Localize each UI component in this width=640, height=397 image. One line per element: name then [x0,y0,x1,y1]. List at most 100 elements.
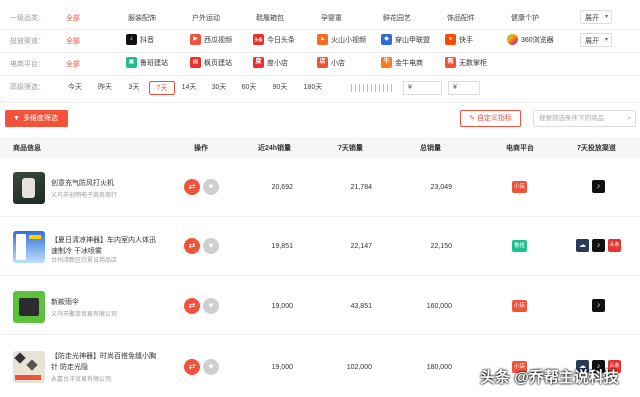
day-option[interactable]: 今天 [62,81,88,95]
search-icon[interactable]: ⌕ [627,111,631,126]
channel-option-douyin[interactable]: ♪ 抖音 [126,34,154,45]
product-search-input[interactable]: 搜索筛选条件下的商品 ⌕ [533,110,636,127]
browser-360-icon [507,34,518,45]
date-range-picker[interactable] [349,81,395,95]
product-name[interactable]: 【防走光神器】时尚百搭免缝小胸针 防走光隐 [51,351,161,373]
platform-luban-badge: 鲁班 [512,240,527,252]
table-row[interactable]: 【夏日清凉神器】车内室内人体迅速制冷 干冰喷雾 台州湾新区欣夏日用品店 ⇄ ♥ … [0,218,640,276]
channel-option-toutiao[interactable]: 头条 今日头条 [253,34,295,45]
expand-label: 展开 [585,15,599,22]
price-min-input[interactable]: ¥ [403,81,442,95]
shop-name[interactable]: 台州湾新区欣夏日用品店 [51,255,117,264]
product-name[interactable]: 创意充气防风打火机 [51,178,161,189]
sales-7d: 21,784 [350,184,372,191]
channel-option-label: 穿山甲联盟 [395,36,430,44]
cloud-icon: ☁ [576,239,589,252]
header-sales-total[interactable]: 总销量 [420,143,441,153]
header-channels-7d: 7天投放渠道 [577,145,616,152]
day-option[interactable]: 3天 [121,81,147,95]
xiaodian-icon: 店 [317,57,328,68]
category-expand-button[interactable]: 展开 ▾ [580,10,612,24]
toutiao-icon: 头条 [253,34,264,45]
price-max-input[interactable]: ¥ [448,81,480,95]
day-option[interactable]: 昨天 [92,81,118,95]
pangle-icon: ◆ [381,34,392,45]
day-option[interactable]: 60天 [236,81,262,95]
link-icon[interactable]: ⇄ [184,179,200,195]
channel-option-xigua[interactable]: ▶ 西瓜视频 [190,34,232,45]
product-thumbnail[interactable] [13,291,45,323]
platform-option-label: 鲁班建站 [140,59,168,67]
sales-24h: 19,000 [271,303,293,310]
channel-expand-button[interactable]: 展开 ▾ [580,33,612,47]
category-option[interactable]: 服装配饰 [128,13,156,23]
shop-name[interactable]: 义乌市聚芽贸易有限公司 [51,309,117,318]
sales-total: 180,000 [426,364,452,371]
header-sales-7d[interactable]: 7天销量 [338,143,363,153]
chevron-down-icon: ▾ [604,14,608,20]
watermark: 头条 @乔帮主说科技 [480,369,619,386]
day-option[interactable]: 90天 [267,81,293,95]
advanced-filter-label: 高级筛选： [10,84,45,91]
sales-total: 160,000 [426,303,452,310]
platform-option-wushu[interactable]: 無无数掌柜 [445,57,487,68]
channel-filter-label: 投放渠道： [10,38,45,45]
day-option[interactable]: 14天 [176,81,202,95]
day-option[interactable]: 30天 [206,81,232,95]
product-thumbnail[interactable] [13,231,45,263]
shop-name[interactable]: 永嘉台洋贸易有限公司 [51,374,111,383]
duxiaodian-icon: 度 [253,57,264,68]
toutiao-icon: 头条 [608,239,621,252]
link-icon[interactable]: ⇄ [184,298,200,314]
category-option[interactable]: 孕婴童 [321,13,342,23]
category-option-all[interactable]: 全部 [66,13,80,23]
table-header: 商品信息 操作 近24h销量 7天销量 总销量 电商平台 7天投放渠道 [0,137,640,158]
platform-xiaodian-badge: 小店 [512,300,527,312]
multi-filter-label: 多维度筛选 [22,115,58,122]
douyin-icon: ♪ [126,34,137,45]
expand-label: 展开 [585,38,599,45]
platform-option-xiaodian[interactable]: 店小店 [317,57,345,68]
platform-option-fengye[interactable]: ▤ 枫页建站 [190,57,232,68]
platform-option-all[interactable]: 全部 [66,59,80,69]
channel-option-label: 360浏览器 [521,36,554,44]
platform-option-label: 金牛电商 [395,59,423,67]
heart-icon[interactable]: ♥ [203,238,219,254]
channel-option-360[interactable]: 360浏览器 [507,34,554,45]
header-platform: 电商平台 [506,145,534,152]
table-row[interactable]: 新款雨伞 义乌市聚芽贸易有限公司 ⇄ ♥ 19,000 43,851 160,0… [0,277,640,335]
header-product-info: 商品信息 [13,145,41,152]
category-option[interactable]: 健康个护 [511,13,539,23]
platform-option-jinniu[interactable]: 牛金牛电商 [381,57,423,68]
platform-option-duxiaodian[interactable]: 度度小店 [253,57,288,68]
day-option-active[interactable]: 7天 [149,81,175,95]
platform-option-luban[interactable]: ▣ 鲁班建站 [126,57,168,68]
sales-7d: 22,147 [350,243,372,250]
channel-option-all[interactable]: 全部 [66,36,80,46]
custom-metrics-button[interactable]: ✎ 自定义指标 [460,110,521,127]
multi-filter-button[interactable]: ▼ 多维度筛选 [5,110,68,127]
link-icon[interactable]: ⇄ [184,359,200,375]
platform-option-label: 无数掌柜 [459,59,487,67]
day-option[interactable]: 180天 [299,81,327,95]
category-option[interactable]: 鲜花园艺 [383,13,411,23]
category-option[interactable]: 饰品配件 [447,13,475,23]
channel-option-huoshan[interactable]: ▲ 火山小视频 [317,34,366,45]
platform-filter-label: 电商平台： [10,61,45,68]
table-row[interactable]: 创意充气防风打火机 义乌市创明电子商务商行 ⇄ ♥ 20,692 21,784 … [0,159,640,217]
shop-name[interactable]: 义乌市创明电子商务商行 [51,190,117,199]
header-sales-24h[interactable]: 近24h销量 [258,143,291,153]
douyin-icon: ♪ [592,180,605,193]
product-thumbnail[interactable] [13,172,45,204]
channel-option-pangle[interactable]: ◆ 穿山甲联盟 [381,34,430,45]
product-name[interactable]: 新款雨伞 [51,297,161,308]
heart-icon[interactable]: ♥ [203,179,219,195]
category-option[interactable]: 户外运动 [192,13,220,23]
heart-icon[interactable]: ♥ [203,359,219,375]
product-name[interactable]: 【夏日清凉神器】车内室内人体迅速制冷 干冰喷雾 [51,235,161,257]
link-icon[interactable]: ⇄ [184,238,200,254]
category-option[interactable]: 鞋履箱包 [256,13,284,23]
heart-icon[interactable]: ♥ [203,298,219,314]
channel-option-kuaishou[interactable]: ● 快手 [445,34,473,45]
product-thumbnail[interactable] [13,351,45,383]
